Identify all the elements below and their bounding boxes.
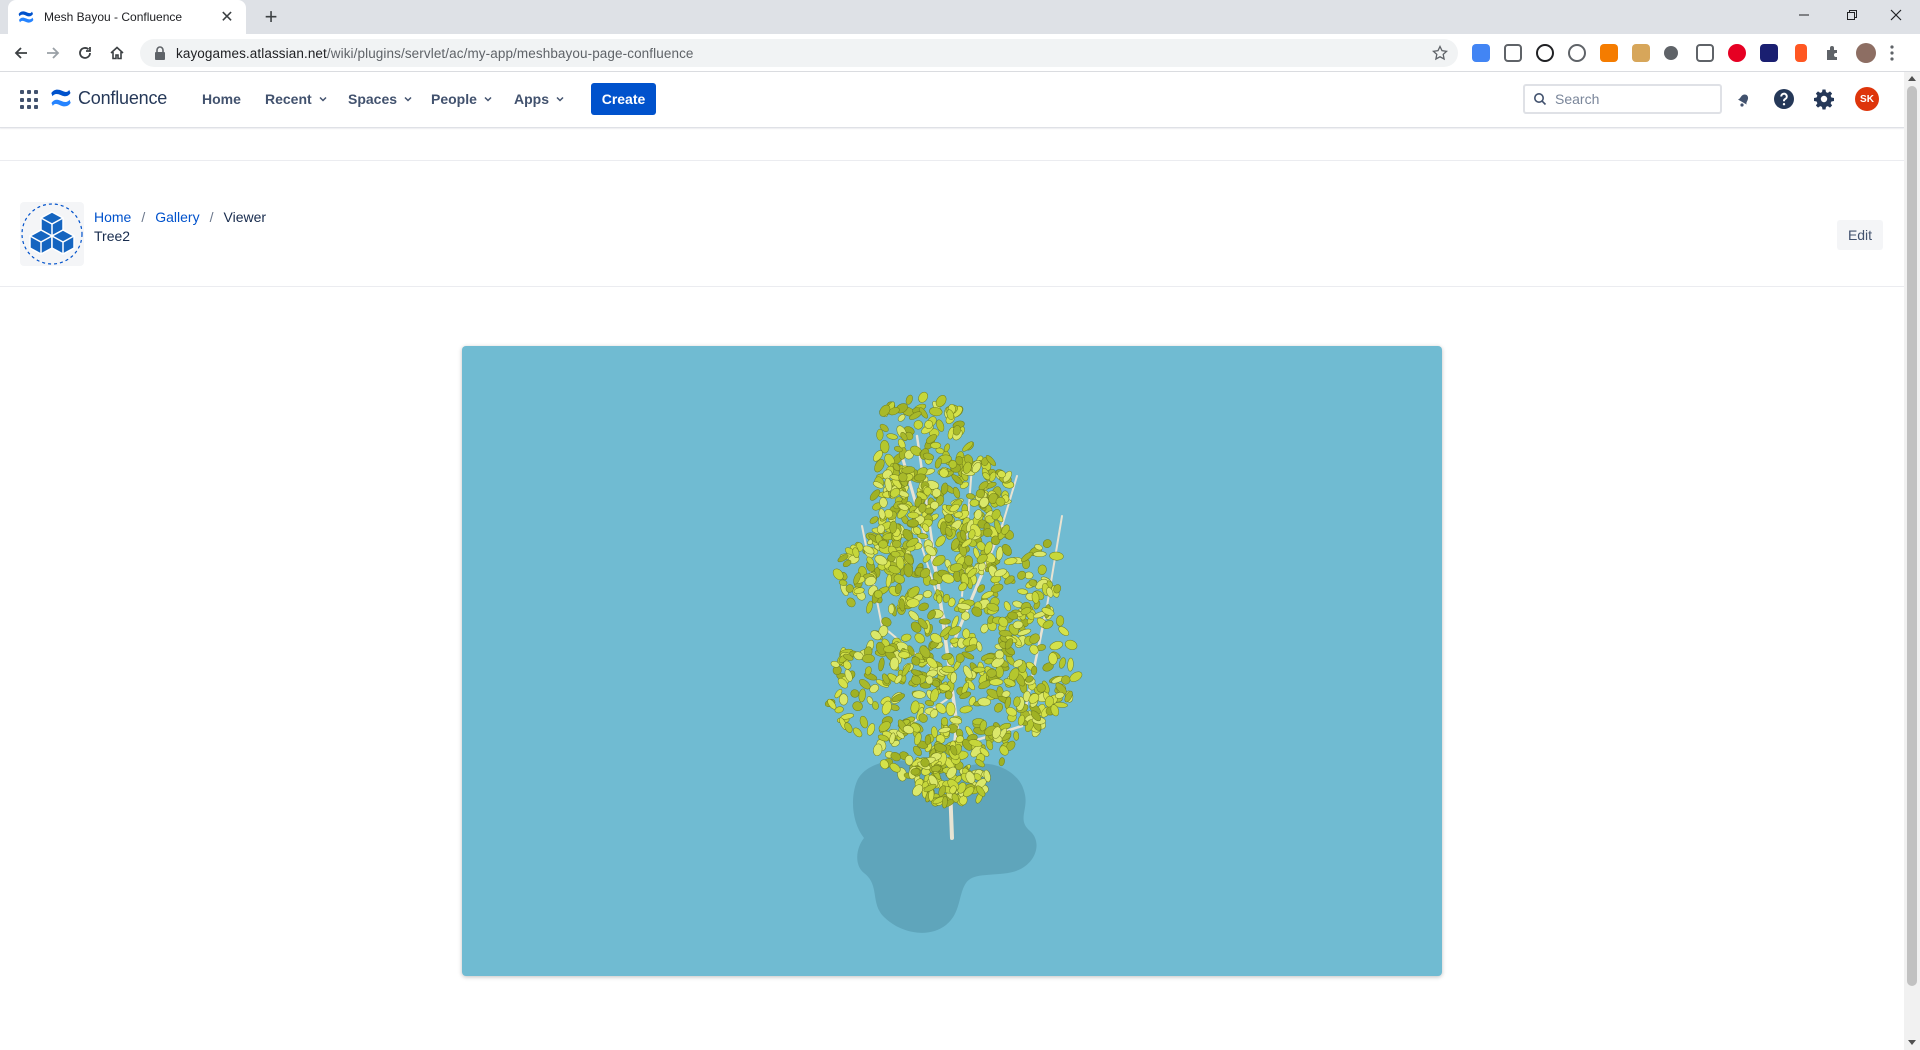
rss-extension-icon[interactable]	[1600, 44, 1618, 62]
home-icon[interactable]	[104, 40, 130, 66]
reload-icon[interactable]	[72, 40, 98, 66]
nav-people-label: People	[431, 91, 477, 107]
create-button[interactable]: Create	[591, 83, 656, 115]
stacks-extension-icon[interactable]	[1760, 44, 1778, 62]
help-button[interactable]	[1771, 86, 1797, 112]
circle-extension-icon[interactable]	[1664, 46, 1678, 60]
nav-recent-label: Recent	[265, 91, 312, 107]
cast-extension-icon[interactable]	[1696, 44, 1714, 62]
chevron-down-icon	[556, 96, 564, 102]
recycle-extension-icon[interactable]	[1568, 44, 1586, 62]
user-avatar[interactable]: SK	[1855, 87, 1879, 111]
app-switcher-icon[interactable]	[20, 90, 40, 110]
breadcrumb-gallery[interactable]: Gallery	[155, 209, 199, 225]
nav-home[interactable]: Home	[202, 91, 241, 107]
pocket-extension-icon[interactable]	[1504, 44, 1522, 62]
new-tab-button[interactable]: +	[258, 4, 284, 30]
edit-button[interactable]: Edit	[1837, 220, 1883, 250]
space-avatar[interactable]	[20, 202, 84, 266]
scroll-up-icon[interactable]	[1908, 76, 1916, 81]
nav-home-label: Home	[202, 91, 241, 107]
nav-spaces-label: Spaces	[348, 91, 398, 107]
cubes-icon	[21, 203, 83, 265]
scroll-down-icon[interactable]	[1908, 1040, 1916, 1045]
address-bar[interactable]: kayogames.atlassian.net/wiki/plugins/ser…	[140, 39, 1458, 67]
notifications-button[interactable]	[1731, 86, 1757, 112]
page-header: Home / Gallery / Viewer Tree2 Edit	[0, 161, 1904, 287]
product-name: Confluence	[78, 87, 168, 108]
chevron-down-icon	[319, 96, 327, 102]
breadcrumb-separator: /	[141, 209, 146, 225]
minimize-window-icon[interactable]	[1784, 0, 1824, 30]
page-scrollbar[interactable]	[1904, 72, 1920, 1050]
box-extension-icon[interactable]	[1632, 44, 1650, 62]
confluence-logo-icon	[51, 89, 71, 107]
nav-apps[interactable]: Apps	[514, 91, 565, 107]
profile-avatar-icon[interactable]	[1856, 43, 1876, 63]
nav-spaces[interactable]: Spaces	[348, 91, 413, 107]
pinterest-extension-icon[interactable]	[1728, 44, 1746, 62]
settings-button[interactable]	[1811, 86, 1837, 112]
secondary-bar	[0, 128, 1904, 161]
bookmark-star-icon[interactable]	[1432, 45, 1448, 61]
confluence-logo[interactable]: Confluence	[50, 87, 167, 109]
address-url: kayogames.atlassian.net/wiki/plugins/ser…	[176, 45, 694, 61]
browser-tab[interactable]: Mesh Bayou - Confluence ✕	[8, 0, 246, 34]
tab-title: Mesh Bayou - Confluence	[44, 10, 183, 24]
model-viewer[interactable]	[462, 346, 1442, 976]
breadcrumb-separator: /	[209, 209, 214, 225]
sync-extension-icon[interactable]	[1536, 44, 1554, 62]
nav-people[interactable]: People	[431, 91, 493, 107]
forward-icon[interactable]	[40, 40, 66, 66]
puzzle-extensions-icon[interactable]	[1824, 44, 1842, 62]
bell-icon	[1737, 94, 1749, 107]
help-icon	[1774, 89, 1794, 109]
confluence-favicon-icon	[18, 11, 34, 23]
restore-window-icon[interactable]	[1832, 0, 1872, 30]
nav-apps-label: Apps	[514, 91, 549, 107]
browser-menu-icon[interactable]	[1890, 44, 1894, 62]
breadcrumb: Home / Gallery / Viewer	[94, 209, 266, 225]
breadcrumb-home[interactable]: Home	[94, 209, 131, 225]
translate-extension-icon[interactable]	[1472, 44, 1490, 62]
search-input[interactable]	[1555, 91, 1705, 107]
tree-foliage	[824, 391, 1083, 809]
gear-icon	[1814, 89, 1834, 110]
chevron-down-icon	[404, 96, 412, 102]
breadcrumb-viewer: Viewer	[223, 209, 267, 225]
browser-tabstrip: Mesh Bayou - Confluence ✕ +	[0, 0, 1920, 34]
tree-model-render[interactable]	[462, 346, 1442, 976]
back-icon[interactable]	[8, 40, 34, 66]
chevron-down-icon	[484, 96, 492, 102]
lock-icon	[155, 46, 165, 60]
confluence-app-bar: Confluence Home Recent Spaces People App…	[0, 72, 1904, 128]
scrollbar-thumb[interactable]	[1907, 86, 1917, 986]
page-title: Tree2	[94, 228, 131, 244]
close-window-icon[interactable]	[1876, 0, 1916, 30]
bottle-extension-icon[interactable]	[1795, 44, 1807, 62]
search-icon	[1534, 93, 1547, 106]
close-tab-icon[interactable]: ✕	[218, 7, 236, 27]
search-box[interactable]	[1523, 84, 1722, 114]
nav-recent[interactable]: Recent	[265, 91, 328, 107]
browser-toolbar: kayogames.atlassian.net/wiki/plugins/ser…	[0, 34, 1920, 72]
